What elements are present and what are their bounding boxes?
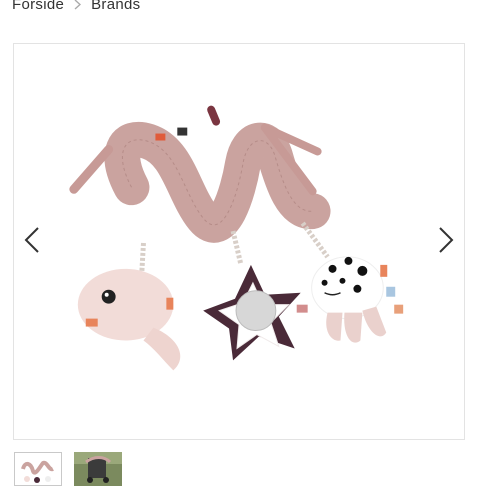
thumbnail-stroller[interactable] bbox=[74, 452, 122, 486]
product-image-spiral-toy[interactable] bbox=[14, 44, 464, 439]
gallery-next-button[interactable] bbox=[434, 224, 458, 260]
thumbnail-strip bbox=[14, 452, 122, 486]
gallery-prev-button[interactable] bbox=[20, 224, 44, 260]
chevron-right-separator-icon bbox=[74, 0, 82, 10]
breadcrumb: Forside Brands bbox=[12, 0, 140, 13]
chevron-left-icon bbox=[24, 226, 40, 259]
breadcrumb-brands-link[interactable]: Brands bbox=[91, 0, 140, 13]
chevron-right-icon bbox=[438, 226, 454, 259]
product-gallery bbox=[13, 43, 465, 440]
thumbnail-spiral-toy[interactable] bbox=[14, 452, 62, 486]
breadcrumb-home-link[interactable]: Forside bbox=[12, 0, 64, 13]
